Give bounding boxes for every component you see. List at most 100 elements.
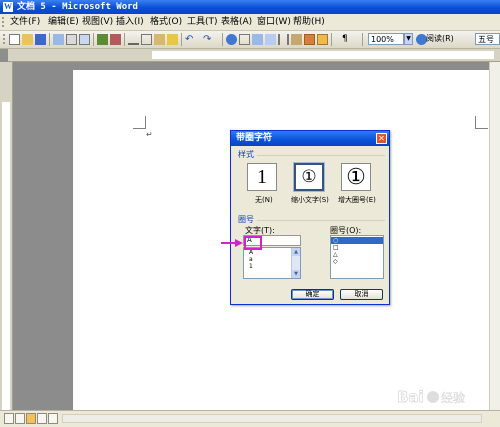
style-enlarge-symbol-option[interactable]: ① bbox=[341, 163, 371, 191]
horizontal-ruler[interactable] bbox=[8, 49, 500, 62]
ruler-text-area bbox=[152, 51, 494, 59]
vertical-scrollbar[interactable] bbox=[489, 62, 500, 410]
open-folder-icon[interactable] bbox=[22, 34, 33, 45]
text-list-scrollbar[interactable]: ▲ ▼ bbox=[291, 248, 300, 278]
menu-help[interactable]: 帮助(H) bbox=[293, 16, 325, 28]
style-none-label: 无(N) bbox=[255, 196, 273, 204]
outline-view-icon[interactable] bbox=[37, 413, 47, 424]
style-group-label: 样式 bbox=[238, 150, 254, 159]
hyperlink-icon[interactable] bbox=[226, 34, 237, 45]
tables-borders-icon[interactable] bbox=[239, 34, 250, 45]
crop-mark-top-right bbox=[475, 116, 488, 129]
enclosure-diamond-item[interactable]: ◇ bbox=[331, 258, 383, 265]
paragraph-mark: ↵ bbox=[146, 130, 153, 139]
enclosure-square-item[interactable]: □ bbox=[331, 244, 383, 251]
toolbar-separator bbox=[331, 33, 332, 46]
insert-excel-icon[interactable] bbox=[265, 34, 276, 45]
enclose-characters-dialog: 带圈字符 ✕ 样式 1 ① ① 无(N) 缩小文字(S) 增大圈号(E) 圈号 … bbox=[230, 130, 390, 305]
toolbar-separator bbox=[49, 33, 50, 46]
document-map-icon[interactable] bbox=[304, 34, 315, 45]
new-document-icon[interactable] bbox=[9, 34, 20, 45]
menu-file[interactable]: 文件(F) bbox=[10, 16, 40, 28]
read-button[interactable]: 阅读(R) bbox=[426, 33, 454, 45]
toolbar-grip-icon[interactable] bbox=[3, 34, 5, 45]
menu-bar: 文件(F) 编辑(E) 视图(V) 插入(I) 格式(O) 工具(T) 表格(A… bbox=[0, 14, 500, 31]
view-bar bbox=[0, 410, 500, 427]
vertical-ruler[interactable] bbox=[0, 62, 13, 410]
close-icon[interactable]: ✕ bbox=[376, 133, 387, 144]
svg-text:Bai: Bai bbox=[397, 388, 424, 406]
toolbar-separator bbox=[362, 33, 363, 46]
menu-grip-icon[interactable] bbox=[2, 17, 4, 27]
group-divider bbox=[257, 155, 385, 156]
cancel-button[interactable]: 取消 bbox=[340, 289, 383, 300]
dialog-title: 带圈字符 bbox=[236, 133, 273, 143]
crop-mark-top-left bbox=[133, 116, 146, 129]
ruler-text-area bbox=[2, 102, 10, 410]
enclosure-circle-item[interactable]: ○ bbox=[331, 237, 383, 244]
text-list-item[interactable]: A bbox=[249, 249, 253, 256]
paste-icon[interactable] bbox=[154, 34, 165, 45]
menu-tools[interactable]: 工具(T) bbox=[187, 16, 218, 28]
style-enlarge-sample: ① bbox=[346, 164, 366, 189]
enclosure-triangle-item[interactable]: △ bbox=[331, 251, 383, 258]
insert-table-icon[interactable] bbox=[252, 34, 263, 45]
menu-insert[interactable]: 插入(I) bbox=[116, 16, 144, 28]
toolbar-separator bbox=[124, 33, 125, 46]
scroll-up-icon[interactable]: ▲ bbox=[292, 248, 300, 256]
spelling-icon[interactable] bbox=[97, 34, 108, 45]
style-shrink-sample: ① bbox=[301, 167, 317, 186]
baidu-watermark: Bai 经验 bbox=[395, 382, 495, 412]
permission-icon[interactable] bbox=[53, 34, 64, 45]
svg-text:经验: 经验 bbox=[441, 390, 465, 405]
font-size-field[interactable]: 五号 bbox=[475, 33, 500, 45]
menu-view[interactable]: 视图(V) bbox=[82, 16, 113, 28]
web-view-icon[interactable] bbox=[15, 413, 25, 424]
toolbar-separator bbox=[181, 33, 182, 46]
group-divider bbox=[257, 220, 385, 221]
style-none-sample: 1 bbox=[257, 166, 267, 188]
paragraph-mark-icon[interactable]: ¶ bbox=[342, 34, 353, 45]
redo-icon[interactable]: ↷ bbox=[203, 34, 214, 45]
window-title: 文档 5 - Microsoft Word bbox=[17, 2, 138, 12]
style-shrink-text-option[interactable]: ① bbox=[294, 163, 324, 191]
title-bar: W 文档 5 - Microsoft Word bbox=[0, 0, 500, 14]
print-layout-view-icon[interactable] bbox=[26, 413, 36, 424]
text-list-item[interactable]: a bbox=[249, 256, 253, 263]
menu-edit[interactable]: 编辑(E) bbox=[48, 16, 79, 28]
menu-table[interactable]: 表格(A) bbox=[221, 16, 252, 28]
text-list-item[interactable]: 1 bbox=[249, 263, 253, 270]
enclosure-list[interactable]: ○ □ △ ◇ bbox=[330, 235, 384, 279]
highlight-box bbox=[244, 236, 262, 250]
undo-icon[interactable]: ↶ bbox=[185, 34, 196, 45]
menu-window[interactable]: 窗口(W) bbox=[257, 16, 291, 28]
research-icon[interactable] bbox=[110, 34, 121, 45]
scroll-down-icon[interactable]: ▼ bbox=[292, 270, 300, 278]
style-none-option[interactable]: 1 bbox=[247, 163, 277, 191]
horizontal-scrollbar[interactable] bbox=[62, 414, 482, 423]
cut-icon[interactable] bbox=[128, 34, 139, 45]
drawing-icon[interactable] bbox=[291, 34, 302, 45]
normal-view-icon[interactable] bbox=[4, 413, 14, 424]
enclosure-group-label: 圈号 bbox=[238, 215, 254, 224]
save-icon[interactable] bbox=[35, 34, 46, 45]
reading-view-icon[interactable] bbox=[48, 413, 58, 424]
format-painter-icon[interactable] bbox=[167, 34, 178, 45]
menu-format[interactable]: 格式(O) bbox=[150, 16, 182, 28]
toolbar-separator bbox=[222, 33, 223, 46]
word-app-icon: W bbox=[3, 2, 13, 12]
text-list[interactable]: A a 1 ▲ ▼ bbox=[243, 247, 301, 279]
standard-toolbar: ↶ ↷ ¶ 100% ▼ 阅读(R) 五号 bbox=[0, 31, 500, 49]
show-hide-icon[interactable] bbox=[317, 34, 328, 45]
baidu-logo-icon: Bai 经验 bbox=[397, 388, 465, 406]
zoom-field[interactable]: 100% bbox=[368, 33, 404, 45]
columns-icon[interactable] bbox=[278, 34, 289, 45]
zoom-dropdown-arrow-icon[interactable]: ▼ bbox=[404, 33, 413, 45]
print-icon[interactable] bbox=[66, 34, 77, 45]
toolbar-separator bbox=[93, 33, 94, 46]
ok-button[interactable]: 确定 bbox=[291, 289, 334, 300]
pointer-arrow-icon bbox=[221, 239, 243, 247]
dialog-title-bar[interactable]: 带圈字符 ✕ bbox=[231, 131, 389, 146]
copy-icon[interactable] bbox=[141, 34, 152, 45]
print-preview-icon[interactable] bbox=[79, 34, 90, 45]
